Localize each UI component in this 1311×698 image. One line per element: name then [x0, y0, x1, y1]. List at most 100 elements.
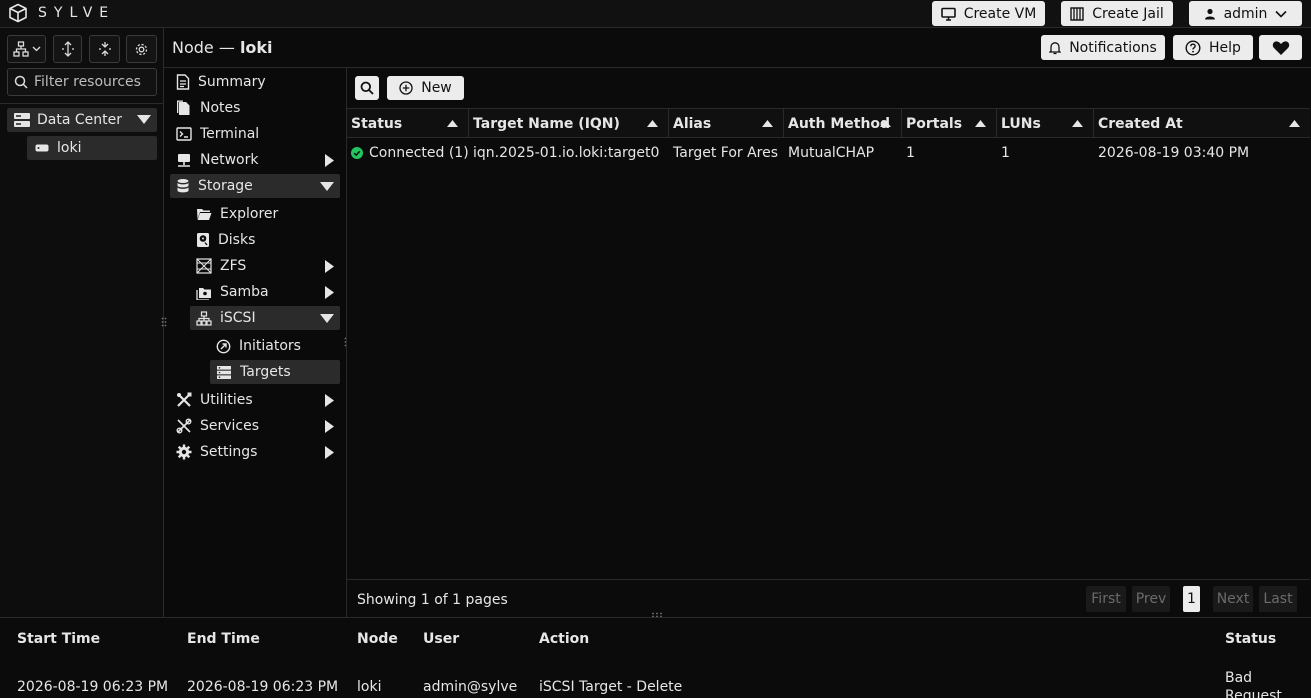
cell-iqn: iqn.2025-01.io.loki:target0	[473, 145, 660, 161]
targets-panel: New Status Target Name (IQN) Alias Auth …	[347, 68, 1311, 617]
sort-asc-icon	[647, 120, 658, 127]
prev-page-button[interactable]: Prev	[1132, 586, 1170, 612]
filter-resources-field[interactable]	[7, 68, 157, 96]
nav-item-initiators[interactable]: Initiators	[210, 334, 340, 358]
collapse-icon	[98, 41, 112, 57]
cell-luns: 1	[1001, 145, 1010, 161]
column-header-status[interactable]: Status	[347, 109, 469, 138]
help-circle-icon	[1185, 39, 1201, 56]
sort-asc-icon	[762, 120, 773, 127]
nav-item-zfs[interactable]: ZFS	[190, 254, 340, 278]
cell-created-at: 2026-08-19 03:40 PM	[1098, 145, 1250, 161]
user-icon	[1204, 8, 1216, 20]
log-cell-end-time: 2026-08-19 06:23 PM	[187, 679, 339, 695]
log-header-start-time[interactable]: Start Time	[17, 631, 100, 647]
log-header-status[interactable]: Status	[1225, 631, 1276, 647]
gear-icon	[176, 444, 192, 460]
brand-name: SYLVE	[38, 5, 116, 21]
target-server-icon	[216, 365, 232, 380]
filter-resources-input[interactable]	[34, 74, 152, 90]
gear-icon	[134, 42, 149, 57]
folder-open-icon	[196, 207, 212, 221]
create-jail-button[interactable]: Create Jail	[1061, 1, 1173, 26]
cell-alias: Target For Ares	[673, 145, 779, 161]
nav-item-targets[interactable]: Targets	[210, 360, 340, 384]
table-row[interactable]: Connected (1) iqn.2025-01.io.loki:target…	[347, 140, 1310, 166]
create-vm-button[interactable]: Create VM	[932, 1, 1045, 26]
next-page-button[interactable]: Next	[1213, 586, 1253, 612]
tree-item-node-loki[interactable]: loki	[27, 136, 157, 160]
nav-item-terminal[interactable]: Terminal	[170, 122, 340, 146]
chevron-down-icon	[1275, 10, 1288, 18]
task-log: Start Time End Time Node User Action Sta…	[0, 617, 1311, 698]
heart-icon	[1272, 40, 1290, 56]
expand-all-button[interactable]	[53, 35, 82, 63]
column-header-iqn[interactable]: Target Name (IQN)	[469, 109, 669, 138]
log-cell-start-time: 2026-08-19 06:23 PM	[17, 679, 169, 695]
log-header-action[interactable]: Action	[539, 631, 589, 647]
node-navigation: Summary Notes Terminal Network Storage E…	[164, 68, 347, 617]
nav-item-utilities[interactable]: Utilities	[170, 388, 340, 412]
nav-item-settings[interactable]: Settings	[170, 440, 340, 464]
log-cell-action: iSCSI Target - Delete	[539, 679, 683, 695]
resource-panel: Data Center loki	[0, 28, 164, 617]
network-icon	[176, 153, 192, 168]
check-circle-icon	[351, 147, 363, 159]
services-icon	[176, 418, 192, 434]
new-target-button[interactable]: New	[387, 76, 464, 100]
disk-icon	[196, 232, 210, 248]
column-header-luns[interactable]: LUNs	[997, 109, 1094, 138]
sort-asc-icon	[447, 120, 458, 127]
caret-right-icon	[325, 394, 334, 407]
cell-portals: 1	[906, 145, 915, 161]
tree-item-datacenter[interactable]: Data Center	[7, 108, 157, 132]
cube-logo-icon	[8, 3, 28, 23]
nav-item-network[interactable]: Network	[170, 148, 340, 172]
nav-item-explorer[interactable]: Explorer	[190, 202, 340, 226]
column-header-alias[interactable]: Alias	[669, 109, 784, 138]
log-cell-node: loki	[357, 679, 382, 695]
last-page-button[interactable]: Last	[1259, 586, 1297, 612]
caret-down-icon	[320, 314, 334, 323]
notifications-button[interactable]: Notifications	[1041, 35, 1165, 60]
page-title: Node — loki	[172, 38, 273, 57]
column-header-created-at[interactable]: Created At	[1094, 109, 1310, 138]
favorite-button[interactable]	[1259, 35, 1302, 60]
plus-circle-icon	[399, 81, 413, 95]
log-header-node[interactable]: Node	[357, 631, 398, 647]
caret-right-icon	[325, 154, 334, 167]
first-page-button[interactable]: First	[1086, 586, 1126, 612]
log-header-end-time[interactable]: End Time	[187, 631, 260, 647]
user-menu-button[interactable]: admin	[1189, 1, 1302, 26]
column-header-auth-method[interactable]: Auth Method	[784, 109, 902, 138]
monitor-icon	[940, 7, 956, 21]
help-button[interactable]: Help	[1173, 35, 1253, 60]
caret-right-icon	[325, 286, 334, 299]
page-1-button[interactable]: 1	[1183, 586, 1200, 612]
nav-item-notes[interactable]: Notes	[170, 96, 340, 120]
zfs-icon	[196, 258, 212, 274]
search-button[interactable]	[355, 76, 379, 100]
shared-folder-icon	[196, 285, 212, 300]
caret-down-icon	[320, 182, 334, 191]
nav-item-samba[interactable]: Samba	[190, 280, 340, 304]
nav-item-storage[interactable]: Storage	[170, 174, 340, 198]
nav-item-summary[interactable]: Summary	[170, 70, 340, 94]
collapse-all-button[interactable]	[89, 35, 120, 63]
cell-auth-method: MutualCHAP	[788, 145, 875, 161]
tree-settings-button[interactable]	[126, 35, 157, 63]
top-bar: SYLVE Create VM Create Jail admin	[0, 0, 1311, 28]
sort-asc-icon	[880, 120, 891, 127]
nav-item-services[interactable]: Services	[170, 414, 340, 438]
brand[interactable]: SYLVE	[8, 3, 115, 23]
nav-item-iscsi[interactable]: iSCSI	[190, 306, 340, 330]
log-header-user[interactable]: User	[423, 631, 459, 647]
sort-asc-icon	[975, 120, 986, 127]
node-icon	[35, 143, 49, 153]
tools-icon	[176, 392, 192, 408]
column-header-portals[interactable]: Portals	[902, 109, 997, 138]
nav-item-disks[interactable]: Disks	[190, 228, 340, 252]
log-cell-user: admin@sylve	[423, 679, 518, 695]
view-switcher-button[interactable]	[7, 35, 46, 63]
caret-right-icon	[325, 260, 334, 273]
